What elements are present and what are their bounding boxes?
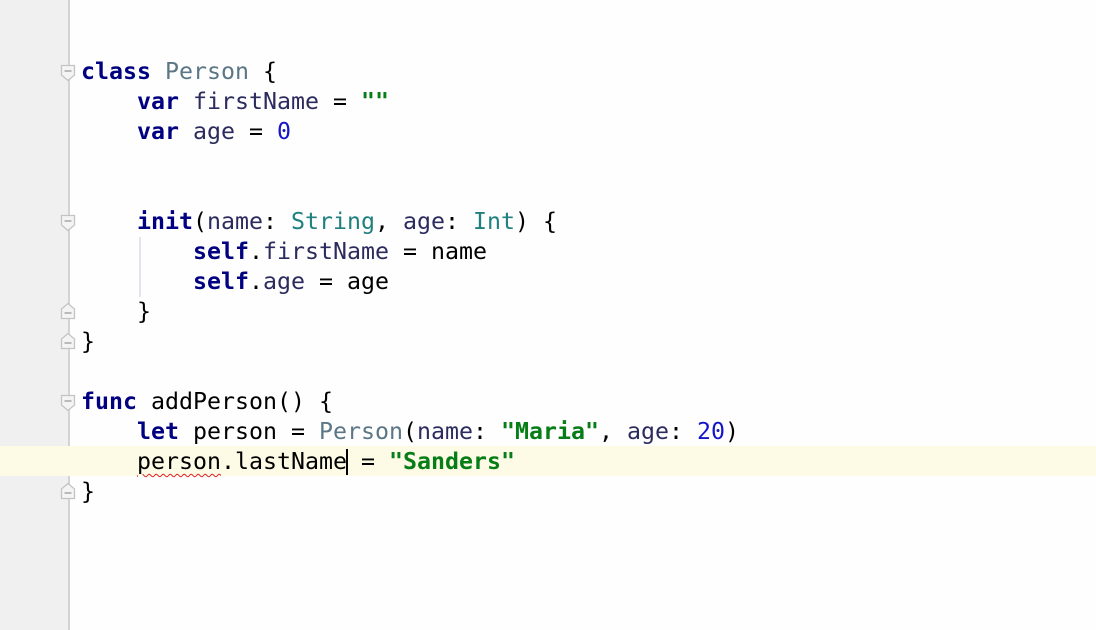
fold-close-icon[interactable]: [60, 482, 76, 500]
keyword: var: [137, 118, 179, 145]
keyword: init: [137, 208, 193, 235]
property-name: age: [193, 118, 235, 145]
class-name: Person: [318, 418, 403, 445]
code-line: class Person {: [81, 57, 739, 87]
code-line: var firstName = "": [81, 87, 739, 117]
string-literal: "": [360, 88, 389, 115]
code-line: }: [81, 477, 739, 507]
keyword: self: [192, 268, 249, 295]
type-name: Int: [473, 208, 515, 235]
operator: =: [388, 238, 431, 265]
keyword: self: [192, 238, 249, 265]
code-text: .: [248, 238, 263, 265]
code-line: init(name: String, age: Int) {: [81, 207, 739, 237]
identifier: person: [179, 418, 277, 445]
identifier: age: [346, 268, 389, 295]
operator: =: [276, 418, 319, 445]
code-text: :: [445, 208, 473, 235]
keyword: func: [81, 388, 137, 415]
param-label: name: [207, 208, 263, 235]
code-text: .: [248, 268, 263, 295]
operator: =: [346, 448, 389, 475]
fold-close-icon[interactable]: [60, 332, 76, 350]
fold-open-icon[interactable]: [60, 214, 76, 232]
code-text: .: [221, 448, 235, 475]
code-text: ) {: [515, 208, 557, 235]
keyword: var: [137, 88, 179, 115]
operator: =: [304, 268, 347, 295]
property-name: firstName: [262, 238, 389, 265]
code-line: self.age = age: [81, 267, 739, 297]
param-label: name: [416, 418, 473, 445]
code-editor[interactable]: class Person { var firstName = "" var ag…: [81, 57, 739, 507]
string-literal: "Sanders": [388, 448, 515, 475]
fold-open-icon[interactable]: [60, 64, 76, 82]
code-text: (: [193, 208, 207, 235]
code-line: var age = 0: [81, 117, 739, 147]
code-text: :: [472, 418, 501, 445]
property-name: firstName: [193, 88, 319, 115]
string-literal: "Maria": [500, 418, 599, 445]
identifier: name: [430, 238, 487, 265]
code-text: :: [668, 418, 697, 445]
class-name: Person: [165, 58, 249, 85]
code-line: func addPerson() {: [81, 387, 739, 417]
code-text: (: [402, 418, 417, 445]
error-identifier[interactable]: person: [137, 448, 221, 475]
closing-brace: }: [81, 478, 95, 505]
code-line: let person = Person(name: "Maria", age: …: [81, 417, 739, 447]
type-name: String: [291, 208, 375, 235]
code-text: :: [263, 208, 291, 235]
identifier: lastName: [235, 448, 347, 475]
code-text: ,: [598, 418, 627, 445]
operator: =: [235, 118, 277, 145]
code-text: () {: [276, 388, 333, 415]
closing-brace: }: [137, 298, 151, 325]
keyword: class: [81, 58, 151, 85]
code-line: }: [81, 327, 739, 357]
number-literal: 20: [696, 418, 725, 445]
keyword: let: [137, 418, 179, 445]
param-label: age: [403, 208, 445, 235]
closing-brace: }: [81, 328, 95, 355]
param-label: age: [626, 418, 669, 445]
property-name: age: [262, 268, 305, 295]
fold-open-icon[interactable]: [60, 394, 76, 412]
code-text: ): [724, 418, 739, 445]
fold-close-icon[interactable]: [60, 302, 76, 320]
code-text: {: [249, 58, 277, 85]
number-literal: 0: [277, 118, 291, 145]
code-line: }: [81, 297, 739, 327]
operator: =: [318, 88, 361, 115]
code-line: self.firstName = name: [81, 237, 739, 267]
code-text: ,: [375, 208, 403, 235]
function-name: addPerson: [137, 388, 277, 415]
code-line-current: person.lastName = "Sanders": [81, 447, 739, 477]
text-caret: [345, 448, 348, 475]
